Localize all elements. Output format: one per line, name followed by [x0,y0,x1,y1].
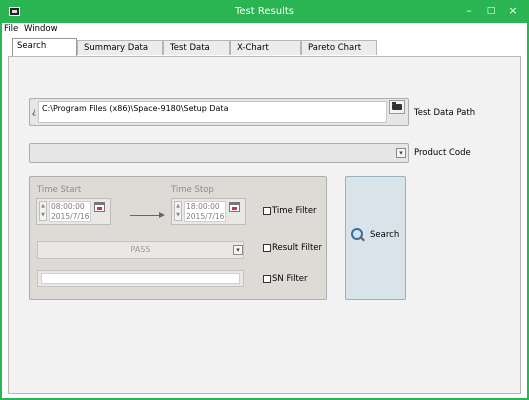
menu-file[interactable]: File [4,24,18,34]
tab-bar: Search Summary Data Test Data X-Chart Pa… [2,37,527,56]
test-data-path-input[interactable]: C:\Program Files (x86)\Space-9180\Setup … [38,101,387,123]
test-data-path-control: ¿ C:\Program Files (x86)\Space-9180\Setu… [29,98,409,126]
time-stop-label: Time Stop [171,185,214,195]
magnifier-handle [360,236,365,242]
chevron-down-icon[interactable]: ▾ [233,245,243,255]
browse-button[interactable] [389,100,405,114]
result-value: PASS [130,245,151,254]
spin-down-icon: ▼ [41,212,45,218]
time-stop-input[interactable]: 18:00:00 2015/7/16 [184,201,226,222]
client-area: File Window Search Summary Data Test Dat… [2,23,527,398]
filter-panel: Time Start ▲ ▼ 08:00:00 2015/7/16 Time S… [29,176,327,300]
tab-x-chart[interactable]: X-Chart [230,40,301,55]
sn-filter-label: SN Filter [272,274,308,284]
test-data-path-label: Test Data Path [414,108,476,118]
spin-up-icon: ▲ [41,203,45,209]
result-dropdown[interactable]: PASS ▾ [37,241,244,259]
search-button-label: Search [370,230,400,240]
folder-icon [392,102,402,110]
time-stop-spinner[interactable]: ▲ ▼ [174,201,182,221]
close-button[interactable]: × [500,2,526,23]
app-window: Test Results – □ × File Window Search Su… [0,0,529,400]
sn-control [37,270,244,287]
sn-input[interactable] [41,273,240,284]
sn-filter-checkbox[interactable] [263,275,271,283]
spin-up-icon: ▲ [176,203,180,209]
time-start-input[interactable]: 08:00:00 2015/7/16 [49,201,91,222]
time-stop-date: 2015/7/16 [186,211,225,221]
menu-bar: File Window [2,23,527,36]
result-filter-label: Result Filter [272,243,323,253]
arrow-right-icon [130,212,165,218]
calendar-icon[interactable] [229,202,240,212]
time-stop-control: ▲ ▼ 18:00:00 2015/7/16 [171,198,246,225]
title-bar[interactable]: Test Results – □ × [2,2,527,23]
menu-window[interactable]: Window [24,24,58,34]
spin-down-icon: ▼ [176,212,180,218]
search-button[interactable]: Search [345,176,406,300]
result-filter-checkbox[interactable] [263,244,271,252]
product-code-label: Product Code [414,148,471,158]
product-code-dropdown[interactable]: ▾ [29,143,409,163]
time-start-time: 08:00:00 [51,202,85,211]
time-stop-time: 18:00:00 [186,202,220,211]
chevron-down-icon[interactable]: ▾ [396,148,406,158]
tab-test-data[interactable]: Test Data [163,40,230,55]
time-start-spinner[interactable]: ▲ ▼ [39,201,47,221]
search-panel: ¿ C:\Program Files (x86)\Space-9180\Setu… [8,56,521,394]
path-cursor-indicator: ¿ [32,107,37,116]
time-filter-checkbox[interactable] [263,207,271,215]
time-start-date: 2015/7/16 [51,211,90,221]
tab-search[interactable]: Search [12,38,77,56]
time-start-control: ▲ ▼ 08:00:00 2015/7/16 [36,198,111,225]
time-start-label: Time Start [37,185,82,195]
window-title: Test Results [235,6,294,17]
time-filter-label: Time Filter [272,206,317,216]
tab-pareto-chart[interactable]: Pareto Chart [301,40,377,55]
tab-summary-data[interactable]: Summary Data [77,40,163,55]
calendar-icon[interactable] [94,202,105,212]
